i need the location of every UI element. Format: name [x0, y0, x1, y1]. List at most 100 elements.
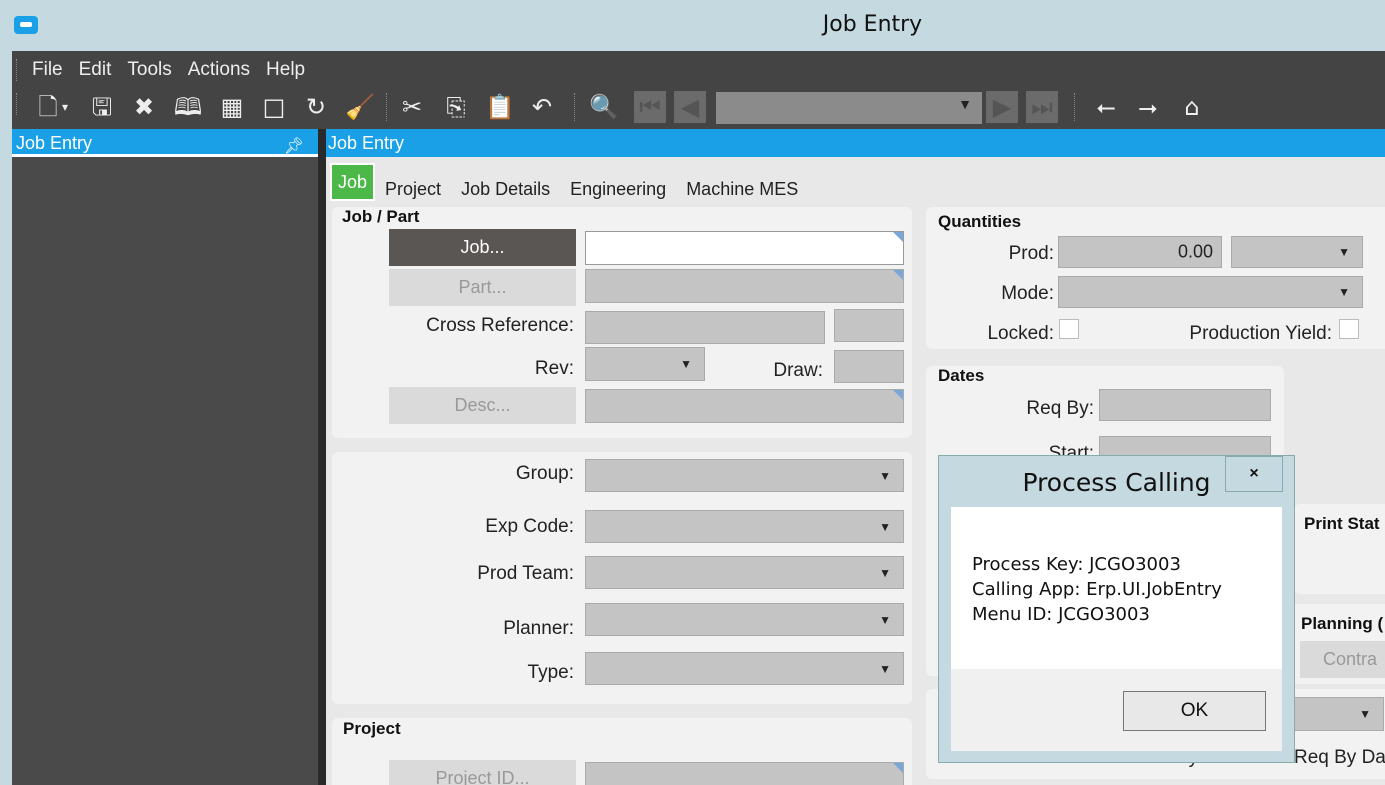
search-corner-icon	[893, 270, 903, 280]
dialog-close-button[interactable]: ×	[1225, 456, 1283, 492]
planner-select[interactable]: ▼	[585, 603, 904, 636]
locked-label: Locked:	[987, 323, 1054, 344]
pin-icon[interactable]: 📌︎	[284, 133, 304, 161]
home-icon[interactable]: ⌂	[1176, 91, 1208, 123]
menu-grip[interactable]	[16, 59, 19, 81]
tab-strip: Job Project Job Details Engineering Mach…	[326, 161, 1385, 201]
copy-icon[interactable]: ⎘	[440, 91, 472, 123]
draw-label: Draw:	[773, 360, 823, 381]
prod-uom-select[interactable]: ▼	[1231, 236, 1363, 268]
note-icon[interactable]: □	[258, 91, 290, 123]
exp-code-label: Exp Code:	[485, 516, 574, 537]
prod-team-select[interactable]: ▼	[585, 556, 904, 589]
rev-label: Rev:	[534, 358, 574, 379]
prod-team-label: Prod Team:	[477, 563, 574, 584]
req-by-date-input[interactable]	[1099, 389, 1271, 421]
type-select[interactable]: ▼	[585, 652, 904, 685]
menu-tools[interactable]: Tools	[119, 59, 179, 81]
undo-icon[interactable]: ↶	[526, 91, 558, 123]
delete-icon[interactable]: ✖	[128, 91, 160, 123]
calling-app-text: Calling App: Erp.UI.JobEntry	[972, 579, 1222, 600]
app-chrome: File Edit Tools Actions Help 🗋 ▾ 🖫 ✖ 🕮 ▦…	[12, 51, 1385, 129]
tab-engineering[interactable]: Engineering	[560, 169, 676, 201]
menu-bar: File Edit Tools Actions Help	[12, 55, 313, 85]
search-icon[interactable]: 🔍	[588, 91, 620, 123]
description-input[interactable]	[585, 389, 904, 423]
last-icon[interactable]: ⏭	[1026, 91, 1058, 123]
main-header: Job Entry	[326, 129, 1385, 157]
tab-job[interactable]: Job	[330, 163, 376, 201]
menu-help[interactable]: Help	[258, 59, 313, 81]
part-input[interactable]	[585, 269, 904, 303]
first-icon[interactable]: ⏮	[634, 91, 666, 123]
job-input[interactable]	[585, 231, 904, 265]
dialog-message: Process Key: JCGO3003 Calling App: Erp.U…	[972, 552, 1222, 627]
new-dropdown-icon[interactable]: ▾	[58, 91, 72, 123]
chevron-down-icon: ▼	[879, 661, 891, 676]
job-button[interactable]: Job...	[389, 229, 576, 266]
record-navigator-select[interactable]: ▼	[716, 92, 982, 124]
project-title: Project	[343, 719, 401, 738]
scheduling-select[interactable]: ▼	[1286, 697, 1384, 731]
exp-code-select[interactable]: ▼	[585, 510, 904, 543]
desc-button[interactable]: Desc...	[389, 387, 576, 424]
chevron-down-icon: ▼	[1338, 285, 1350, 299]
cross-reference-label: Cross Reference:	[426, 315, 574, 336]
dates-title: Dates	[938, 366, 985, 385]
next-icon[interactable]: ▶	[986, 91, 1018, 123]
cut-icon[interactable]: ✂	[396, 91, 428, 123]
toolbar-grip[interactable]	[16, 93, 19, 115]
rev-select[interactable]: ▼	[585, 347, 705, 381]
cross-reference-input[interactable]	[585, 311, 825, 344]
group-select[interactable]: ▼	[585, 459, 904, 492]
search-corner-icon	[893, 763, 903, 773]
locked-checkbox[interactable]	[1059, 319, 1079, 339]
planning-title: Planning (	[1301, 614, 1384, 633]
prod-quantity-input[interactable]: 0.00	[1058, 236, 1222, 268]
grid-icon[interactable]: ▦	[216, 91, 248, 123]
toolbar: 🗋 ▾ 🖫 ✖ 🕮 ▦ □ ↻ 🧹 ✂ ⎘ 📋 ↶ 🔍 ⏮ ◀ ▼ ▶ ⏭ ⭠ …	[12, 87, 1385, 127]
contract-button[interactable]: Contra	[1300, 641, 1385, 678]
dialog-body: Process Key: JCGO3003 Calling App: Erp.U…	[951, 507, 1282, 669]
paste-icon[interactable]: 📋	[484, 91, 516, 123]
chevron-down-icon: ▼	[879, 519, 891, 534]
tab-job-details[interactable]: Job Details	[451, 169, 560, 201]
prev-icon[interactable]: ◀	[674, 91, 706, 123]
mode-select[interactable]: ▼	[1058, 276, 1363, 308]
draw-input[interactable]	[834, 350, 904, 383]
tab-project[interactable]: Project	[375, 169, 451, 201]
chevron-down-icon: ▼	[958, 96, 972, 112]
quantities-title: Quantities	[938, 212, 1022, 231]
window-title: Job Entry	[822, 12, 923, 37]
menu-actions[interactable]: Actions	[180, 59, 258, 81]
job-part-title: Job / Part	[342, 207, 420, 226]
production-yield-label: Production Yield:	[1189, 323, 1332, 344]
clear-icon[interactable]: 🧹	[344, 91, 376, 123]
chevron-down-icon: ▼	[879, 468, 891, 483]
group-label: Group:	[515, 463, 574, 484]
part-button[interactable]: Part...	[389, 269, 576, 306]
menu-id-text: Menu ID: JCGO3003	[972, 604, 1150, 625]
project-id-input[interactable]	[585, 762, 904, 785]
forward-icon[interactable]: ⭢	[1132, 91, 1164, 123]
search-corner-icon	[893, 232, 903, 242]
back-icon[interactable]: ⭠	[1090, 91, 1122, 123]
production-yield-checkbox[interactable]	[1339, 319, 1359, 339]
process-key-text: Process Key: JCGO3003	[972, 554, 1181, 575]
project-id-button[interactable]: Project ID...	[389, 760, 576, 785]
mode-label: Mode:	[1001, 283, 1054, 304]
left-panel-title: Job Entry	[16, 133, 93, 153]
menu-file[interactable]: File	[24, 59, 71, 81]
tab-machine-mes[interactable]: Machine MES	[676, 169, 808, 201]
req-by-label: Req By:	[1026, 398, 1094, 419]
save-icon[interactable]: 🖫	[86, 91, 118, 123]
chevron-down-icon: ▼	[1359, 707, 1371, 721]
ok-button[interactable]: OK	[1123, 691, 1266, 731]
menu-edit[interactable]: Edit	[71, 59, 120, 81]
cross-reference-extra-input[interactable]	[834, 309, 904, 342]
search-corner-icon	[893, 390, 903, 400]
refresh-icon[interactable]: ↻	[300, 91, 332, 123]
book-icon[interactable]: 🕮	[172, 91, 204, 123]
chevron-down-icon: ▼	[879, 565, 891, 580]
panel-splitter[interactable]	[318, 129, 326, 785]
